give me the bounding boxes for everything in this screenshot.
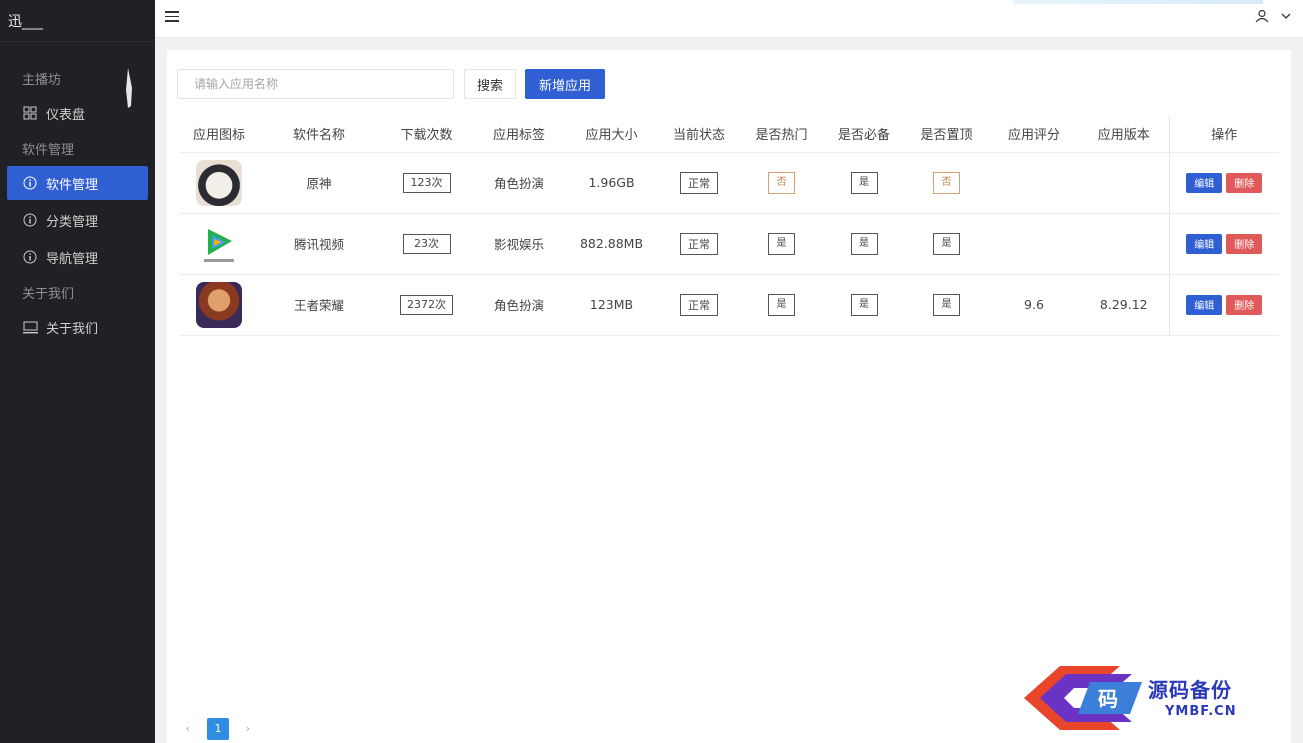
sidebar-item-category[interactable]: 分类管理 <box>0 203 155 237</box>
sidebar-item-navigation[interactable]: 导航管理 <box>0 240 155 274</box>
sidebar-item-label: 关于我们 <box>46 321 99 337</box>
must-flag: 是 <box>850 293 878 316</box>
app-tag: 影视娱乐 <box>474 213 564 275</box>
search-button[interactable]: 搜索 <box>464 69 516 99</box>
info-icon <box>22 175 38 191</box>
app-size: 123MB <box>564 274 659 336</box>
edit-button[interactable]: 编辑 <box>1186 294 1223 315</box>
delete-button[interactable]: 删除 <box>1226 172 1263 193</box>
top-decoration <box>1013 0 1263 4</box>
app-rating <box>989 213 1079 275</box>
table-row: 腾讯视频 23次 影视娱乐 882.88MB 正常 是 是 是 编辑 删除 <box>179 213 1279 275</box>
sidebar-item-label: 导航管理 <box>46 251 99 267</box>
sidebar: 迅___ 主播坊 仪表盘 软件管理 软件管理 分类管理 导航管理 关于我们 关于… <box>0 0 155 743</box>
watermark: 码 源码备份 YMBF.CN <box>1020 662 1280 732</box>
edit-button[interactable]: 编辑 <box>1186 172 1223 193</box>
app-version <box>1079 213 1169 275</box>
pagination: ‹ 1 › <box>177 718 259 740</box>
status-badge: 正常 <box>680 293 718 316</box>
app-name: 腾讯视频 <box>259 213 379 275</box>
monitor-icon <box>22 319 38 335</box>
edit-button[interactable]: 编辑 <box>1186 233 1223 254</box>
hot-flag: 否 <box>768 171 795 194</box>
delete-button[interactable]: 删除 <box>1226 233 1263 254</box>
info-icon <box>22 249 38 265</box>
user-menu[interactable] <box>1255 9 1291 23</box>
user-icon[interactable] <box>1255 9 1269 23</box>
col-header: 是否置顶 <box>904 116 989 153</box>
table-row: 王者荣耀 2372次 角色扮演 123MB 正常 是 是 是 9.6 8.29.… <box>179 274 1279 336</box>
top-flag: 是 <box>933 293 960 316</box>
col-header: 是否必备 <box>824 116 904 153</box>
table-header-row: 应用图标 软件名称 下载次数 应用标签 应用大小 当前状态 是否热门 是否必备 … <box>179 116 1279 153</box>
app-name: 原神 <box>259 152 379 214</box>
main-card: 搜索 新增应用 应用图标 软件名称 下载次数 应用标签 应用大小 当前状态 是否… <box>167 50 1291 743</box>
page-button-current[interactable]: 1 <box>207 718 229 740</box>
delete-button[interactable]: 删除 <box>1226 294 1263 315</box>
watermark-title: 源码备份 <box>1148 678 1232 702</box>
app-rating <box>989 152 1079 214</box>
app-version: 8.29.12 <box>1079 274 1169 336</box>
col-header: 操作 <box>1168 116 1279 153</box>
status-badge: 正常 <box>680 171 718 194</box>
chevron-down-icon[interactable] <box>1281 13 1291 19</box>
download-count: 123次 <box>402 172 451 193</box>
col-header: 应用版本 <box>1079 116 1169 153</box>
brand-title: 迅___ <box>0 0 155 42</box>
hot-flag: 是 <box>768 232 795 255</box>
col-header: 应用大小 <box>564 116 659 153</box>
col-header: 软件名称 <box>259 116 379 153</box>
hot-flag: 是 <box>768 293 795 316</box>
next-page-button[interactable]: › <box>237 718 259 740</box>
col-header: 应用图标 <box>179 116 259 153</box>
sidebar-item-label: 软件管理 <box>46 177 99 193</box>
apps-table: 应用图标 软件名称 下载次数 应用标签 应用大小 当前状态 是否热门 是否必备 … <box>179 116 1279 336</box>
search-input[interactable] <box>177 69 454 99</box>
sidebar-item-label: 分类管理 <box>46 214 99 230</box>
app-tag: 角色扮演 <box>474 152 564 214</box>
download-count: 2372次 <box>400 294 453 315</box>
top-flag: 是 <box>933 232 960 255</box>
col-header: 应用评分 <box>989 116 1079 153</box>
table-row: 原神 123次 角色扮演 1.96GB 正常 否 是 否 编辑 删除 <box>179 152 1279 214</box>
col-header: 应用标签 <box>474 116 564 153</box>
must-flag: 是 <box>850 232 878 255</box>
decorative-blade-icon <box>126 68 132 108</box>
sidebar-item-about[interactable]: 关于我们 <box>0 310 155 344</box>
top-flag: 否 <box>933 171 960 194</box>
download-count: 23次 <box>402 233 451 254</box>
prev-page-button[interactable]: ‹ <box>177 718 199 740</box>
app-name: 王者荣耀 <box>259 274 379 336</box>
wzry-app-icon <box>196 281 242 328</box>
add-app-button[interactable]: 新增应用 <box>525 69 605 99</box>
sidebar-item-software[interactable]: 软件管理 <box>7 166 148 200</box>
app-size: 882.88MB <box>564 213 659 275</box>
col-header: 是否热门 <box>739 116 824 153</box>
sidebar-item-label: 仪表盘 <box>46 107 86 123</box>
group-label-about: 关于我们 <box>22 287 75 302</box>
status-badge: 正常 <box>680 232 718 255</box>
info-icon <box>22 212 38 228</box>
watermark-logo-char: 码 <box>1098 687 1118 711</box>
yuanshen-app-icon <box>196 159 242 206</box>
must-flag: 是 <box>850 171 878 194</box>
watermark-logo-icon: 码 <box>1024 666 1142 730</box>
top-bar <box>155 0 1303 38</box>
menu-toggle-icon[interactable] <box>165 11 179 23</box>
watermark-url: YMBF.CN <box>1165 704 1237 719</box>
app-size: 1.96GB <box>564 152 659 214</box>
tencent-video-app-icon <box>196 220 242 267</box>
app-rating: 9.6 <box>989 274 1079 336</box>
dashboard-icon <box>22 105 38 121</box>
app-tag: 角色扮演 <box>474 274 564 336</box>
app-version <box>1079 152 1169 214</box>
col-header: 当前状态 <box>659 116 739 153</box>
group-label-software: 软件管理 <box>22 143 75 158</box>
col-header: 下载次数 <box>379 116 474 153</box>
